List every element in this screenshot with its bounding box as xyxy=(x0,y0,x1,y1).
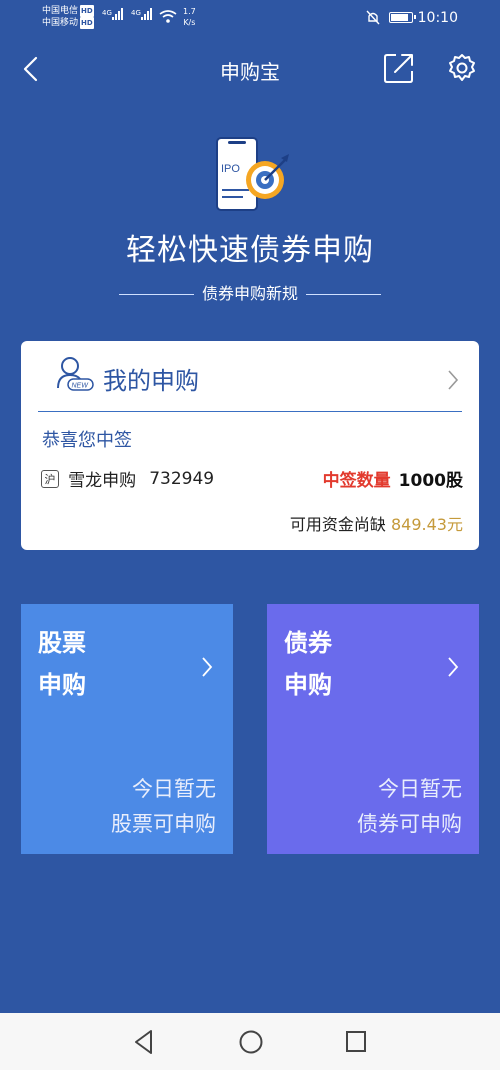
my-subscription-header[interactable]: NEW 我的申购 xyxy=(21,341,479,411)
bond-tile-desc-line2: 债券可申购 xyxy=(357,812,462,836)
hero-subtitle[interactable]: 债券申购新规 xyxy=(0,280,500,304)
chevron-right-icon xyxy=(448,370,459,390)
funds-amount: 849.43元 xyxy=(391,515,463,534)
allotment-row: 沪 雪龙申购 732949 中签数量 1000股 xyxy=(41,466,463,491)
net-speed: 1.7 K/s xyxy=(183,6,196,28)
bond-subscribe-tile[interactable]: 债券 申购 今日暂无 债券可申购 xyxy=(267,604,479,854)
bond-tile-title-line1: 债券 xyxy=(284,629,332,657)
nav-home-icon[interactable] xyxy=(238,1029,264,1055)
settings-icon[interactable] xyxy=(447,53,477,83)
carrier-info: 中国电信 HD 中国移动 HD xyxy=(42,5,94,29)
ipo-target-icon: IPO xyxy=(216,137,289,211)
clock: 10:10 xyxy=(417,10,458,26)
network-type-2: 4G xyxy=(131,9,141,17)
ipo-label: IPO xyxy=(221,163,240,175)
stock-tile-title: 股票 申购 xyxy=(38,622,118,706)
signal-icon-2 xyxy=(141,8,152,20)
hd-badge-1: HD xyxy=(80,5,94,17)
stock-tile-desc-line2: 股票可申购 xyxy=(111,812,216,836)
congrats-text: 恭喜您中签 xyxy=(42,430,132,451)
my-subscription-card: NEW 我的申购 恭喜您中签 沪 雪龙申购 732949 中签数量 1000股 可… xyxy=(21,341,479,550)
allotment-quantity: 中签数量 1000股 xyxy=(323,466,463,491)
hero-title: 轻松快速债券申购 xyxy=(126,233,374,268)
mute-bell-icon xyxy=(366,10,380,25)
network-type-1: 4G xyxy=(102,9,112,17)
new-badge-text: NEW xyxy=(72,383,90,390)
share-icon[interactable] xyxy=(382,51,416,85)
funds-shortfall: 可用资金尚缺 849.43元 xyxy=(290,511,463,535)
carrier-2: 中国移动 xyxy=(42,18,79,28)
stock-tile-title-line2: 申购 xyxy=(38,671,86,699)
qty-value: 1000股 xyxy=(398,471,463,491)
net-speed-value: 1.7 xyxy=(183,7,196,16)
market-badge: 沪 xyxy=(41,469,59,488)
funds-label: 可用资金尚缺 xyxy=(289,515,386,534)
bond-tile-title-line2: 申购 xyxy=(284,671,332,699)
user-new-icon: NEW xyxy=(57,357,94,391)
chevron-right-icon xyxy=(202,657,213,677)
card-divider xyxy=(38,411,462,412)
page-title: 申购宝 xyxy=(220,60,280,84)
stock-subscribe-tile[interactable]: 股票 申购 今日暂无 股票可申购 xyxy=(21,604,233,854)
hero-subtitle-text: 债券申购新规 xyxy=(201,284,298,303)
net-speed-unit: K/s xyxy=(183,18,196,27)
qty-label: 中签数量 xyxy=(322,471,391,491)
status-bar: 中国电信 HD 中国移动 HD 4G 4G 1.7 K/s 10:10 xyxy=(0,0,500,36)
wifi-icon xyxy=(159,10,177,23)
bond-tile-desc-line1: 今日暂无 xyxy=(378,777,462,801)
stock-name: 雪龙申购 xyxy=(68,471,137,491)
nav-back-icon[interactable] xyxy=(132,1029,156,1055)
system-nav-bar xyxy=(0,1013,500,1070)
divider-right xyxy=(306,294,381,295)
signal-icon-1 xyxy=(112,8,123,20)
stock-tile-title-line1: 股票 xyxy=(38,629,86,657)
app-header: 申购宝 xyxy=(0,44,500,94)
hd-badge-2: HD xyxy=(80,17,94,29)
battery-fill xyxy=(391,14,409,21)
nav-recents-icon[interactable] xyxy=(344,1029,368,1055)
stock-tile-desc-line1: 今日暂无 xyxy=(132,777,216,801)
stock-tile-description: 今日暂无 股票可申购 xyxy=(111,772,216,842)
bond-tile-title: 债券 申购 xyxy=(284,622,364,706)
divider-left xyxy=(118,294,194,295)
battery-icon xyxy=(389,12,416,23)
bond-tile-description: 今日暂无 债券可申购 xyxy=(357,772,462,842)
chevron-right-icon xyxy=(448,657,459,677)
my-subscription-title: 我的申购 xyxy=(103,367,199,395)
stock-code: 732949 xyxy=(149,468,215,489)
carrier-1: 中国电信 xyxy=(42,6,79,16)
